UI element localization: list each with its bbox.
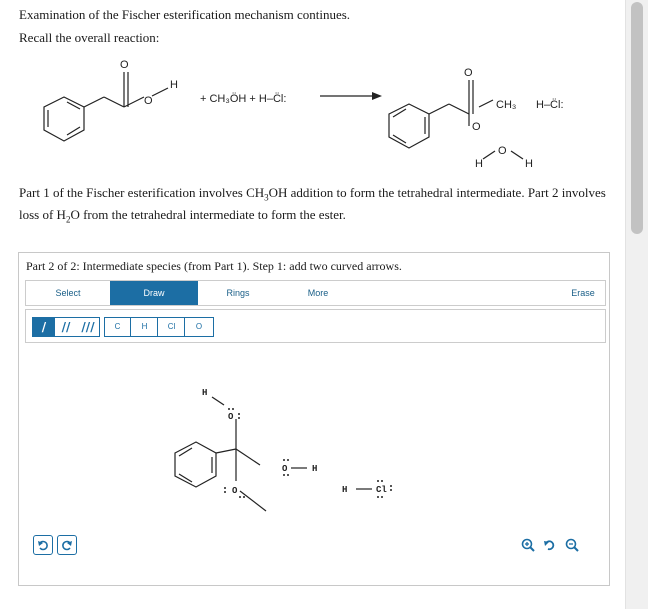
- select-tab[interactable]: Select: [26, 281, 110, 305]
- svg-text:O: O: [144, 95, 153, 107]
- overall-reaction-diagram: O O H O O CH₃ H–C̈l: O H H + CH₃ÖH + H–C…: [43, 59, 564, 170]
- canvas-o-bottom: O: [232, 486, 238, 496]
- svg-text:O: O: [464, 67, 473, 79]
- redo-button[interactable]: [57, 535, 77, 555]
- answer-panel: Part 2 of 2: Intermediate species (from …: [18, 252, 610, 586]
- svg-text:H: H: [525, 158, 533, 170]
- canvas-cl: Cl: [376, 485, 387, 495]
- canvas-h-hcl: H: [342, 485, 347, 495]
- canvas-o-top: O: [228, 412, 234, 422]
- canvas-o-right: O: [282, 464, 288, 474]
- recall-line: Recall the overall reaction:: [19, 30, 160, 45]
- canvas-h-right: H: [312, 464, 317, 474]
- product-hcl-label: H–C̈l:: [536, 98, 564, 111]
- mechanism-description: Part 1 of the Fischer esterification inv…: [19, 185, 606, 225]
- drawing-palette: / // /// C H Cl O: [25, 309, 606, 343]
- svg-text:O: O: [120, 59, 129, 71]
- chlorine-atom-button[interactable]: Cl: [159, 318, 185, 336]
- single-bond-button[interactable]: /: [33, 318, 55, 336]
- undo-button[interactable]: [33, 535, 53, 555]
- undo-icon: [38, 540, 48, 551]
- rings-tab[interactable]: Rings: [198, 281, 278, 305]
- canvas-h-top: H: [202, 388, 207, 398]
- erase-tab[interactable]: Erase: [561, 281, 605, 305]
- page-scrollbar[interactable]: [625, 0, 648, 609]
- svg-text:O: O: [472, 121, 481, 133]
- zoom-out-button[interactable]: [561, 535, 583, 555]
- svg-text:O: O: [498, 145, 507, 157]
- draw-tab[interactable]: Draw: [110, 281, 198, 305]
- bond-tools: / // ///: [32, 317, 100, 337]
- editor-toolbar: Select Draw Rings More Erase: [25, 280, 606, 306]
- zoom-in-icon: [521, 538, 535, 552]
- hydrogen-atom-button[interactable]: H: [132, 318, 158, 336]
- carbon-atom-button[interactable]: C: [105, 318, 131, 336]
- atom-tools: C H Cl O: [104, 317, 214, 337]
- oxygen-atom-button[interactable]: O: [186, 318, 212, 336]
- zoom-in-button[interactable]: [517, 535, 539, 555]
- zoom-out-icon: [565, 538, 579, 552]
- scrollbar-thumb[interactable]: [631, 2, 643, 234]
- intro-line: Examination of the Fischer esterificatio…: [19, 7, 351, 22]
- product-ch3-label: CH₃: [496, 99, 516, 111]
- triple-bond-button[interactable]: ///: [77, 318, 99, 336]
- svg-text:H: H: [475, 158, 483, 170]
- drawing-canvas[interactable]: H O O H O H Cl: [20, 345, 608, 535]
- more-tab[interactable]: More: [278, 281, 358, 305]
- svg-text:H: H: [170, 79, 178, 91]
- redo-icon: [62, 540, 72, 551]
- reset-zoom-button[interactable]: [539, 535, 561, 555]
- reagents-label: + CH₃ÖH + H–C̈l:: [200, 92, 286, 105]
- double-bond-button[interactable]: //: [55, 318, 77, 336]
- panel-title: Part 2 of 2: Intermediate species (from …: [26, 259, 402, 273]
- reset-zoom-icon: [544, 540, 555, 551]
- zoom-controls: [517, 535, 583, 555]
